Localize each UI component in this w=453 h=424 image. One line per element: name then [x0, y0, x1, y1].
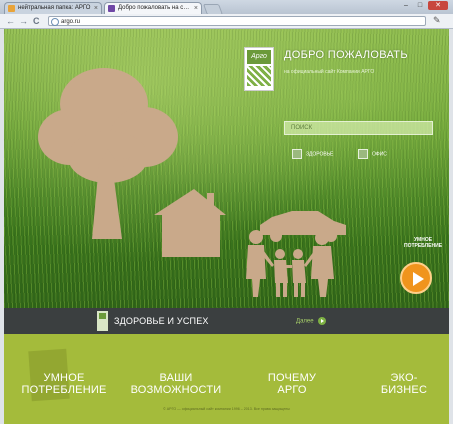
smart-label-line2: ПОТРЕБЛЕНИЕ — [403, 243, 443, 249]
browser-toolbar: ← → C argo.ru ✎ — [0, 14, 453, 29]
tab-favicon-icon — [8, 5, 15, 12]
section-bar: ЗДОРОВЬЕ И УСПЕХ Далее — [4, 308, 449, 334]
menu-line1: ВАШИ — [159, 372, 193, 384]
search-option-health[interactable]: ЗДОРОВЬЕ — [292, 149, 333, 159]
menu-item-your-opportunities[interactable]: ВАШИ ВОЗМОЖНОСТИ — [126, 372, 226, 396]
wrench-icon[interactable]: ✎ — [433, 15, 441, 26]
hero-banner: Арго ДОБРО ПОЖАЛОВАТЬ на официальный сай… — [4, 29, 449, 308]
address-bar[interactable]: argo.ru — [48, 16, 426, 26]
tab-favicon-icon — [108, 5, 115, 12]
tab-2-label: Добро пожаловать на с… — [118, 5, 190, 11]
url-text: argo.ru — [61, 19, 81, 25]
globe-icon — [51, 18, 59, 26]
car-cutout — [260, 211, 346, 242]
menu-item-eco-business[interactable]: ЭКО- БИЗНЕС — [354, 372, 453, 396]
minimize-button[interactable]: – — [400, 1, 412, 10]
bottom-menu-area: УМНОЕ ПОТРЕБЛЕНИЕ ВАШИ ВОЗМОЖНОСТИ ПОЧЕМ… — [4, 334, 449, 424]
browser-tab-bar: нейтральная папка: АРГО × Добро пожалова… — [0, 0, 453, 15]
menu-line1: ЭКО- — [390, 372, 418, 384]
arrow-right-icon — [317, 317, 326, 325]
close-tab-icon[interactable]: × — [94, 3, 98, 14]
house-cutout — [154, 189, 226, 257]
menu-item-why-argo[interactable]: ПОЧЕМУ АРГО — [242, 372, 342, 396]
menu-line2: ПОТРЕБЛЕНИЕ — [21, 384, 107, 396]
family-cutout — [246, 230, 334, 297]
checkbox-icon[interactable] — [292, 149, 302, 159]
search-input[interactable]: ПОИСК — [284, 121, 433, 135]
tab-1-label: нейтральная папка: АРГО — [18, 5, 91, 11]
more-link-label: Далее — [296, 318, 314, 325]
browser-tab-1[interactable]: нейтральная папка: АРГО × — [4, 2, 102, 14]
menu-line2: БИЗНЕС — [380, 384, 428, 396]
menu-line1: ПОЧЕМУ — [267, 372, 317, 384]
smart-consumption-video-label: УМНОЕ ПОТРЕБЛЕНИЕ — [398, 237, 448, 249]
option-label: ЗДОРОВЬЕ — [306, 151, 334, 158]
more-link[interactable]: Далее — [296, 317, 326, 325]
section-title: ЗДОРОВЬЕ И УСПЕХ — [114, 316, 209, 326]
back-button[interactable]: ← — [6, 15, 15, 27]
option-label: ОФИС — [372, 151, 387, 158]
menu-line2: АРГО — [277, 384, 307, 396]
forward-button[interactable]: → — [19, 15, 28, 27]
close-tab-icon[interactable]: × — [194, 3, 198, 14]
footer-copyright: © АРГО — официальный сайт компании 1996 … — [163, 407, 290, 411]
welcome-title: ДОБРО ПОЖАЛОВАТЬ — [284, 49, 408, 61]
argo-logo[interactable]: Арго — [244, 47, 274, 91]
reload-button[interactable]: C — [33, 15, 40, 27]
paper-cutout-illustration — [38, 68, 346, 297]
menu-line2: ВОЗМОЖНОСТИ — [130, 384, 222, 396]
maximize-button[interactable]: □ — [414, 1, 426, 10]
checkbox-icon[interactable] — [358, 149, 368, 159]
search-option-office[interactable]: ОФИС — [358, 149, 387, 159]
logo-pattern — [247, 66, 271, 86]
browser-tab-2[interactable]: Добро пожаловать на с… × — [104, 2, 202, 14]
welcome-subtitle: на официальный сайт Компании АРГО — [284, 69, 375, 75]
menu-line1: УМНОЕ — [43, 372, 85, 384]
close-window-button[interactable]: ✕ — [428, 1, 448, 10]
logo-text: Арго — [247, 50, 271, 64]
menu-item-smart-consumption[interactable]: УМНОЕ ПОТРЕБЛЕНИЕ — [14, 372, 114, 396]
brochure-icon — [97, 311, 108, 331]
play-video-button[interactable] — [400, 262, 432, 294]
